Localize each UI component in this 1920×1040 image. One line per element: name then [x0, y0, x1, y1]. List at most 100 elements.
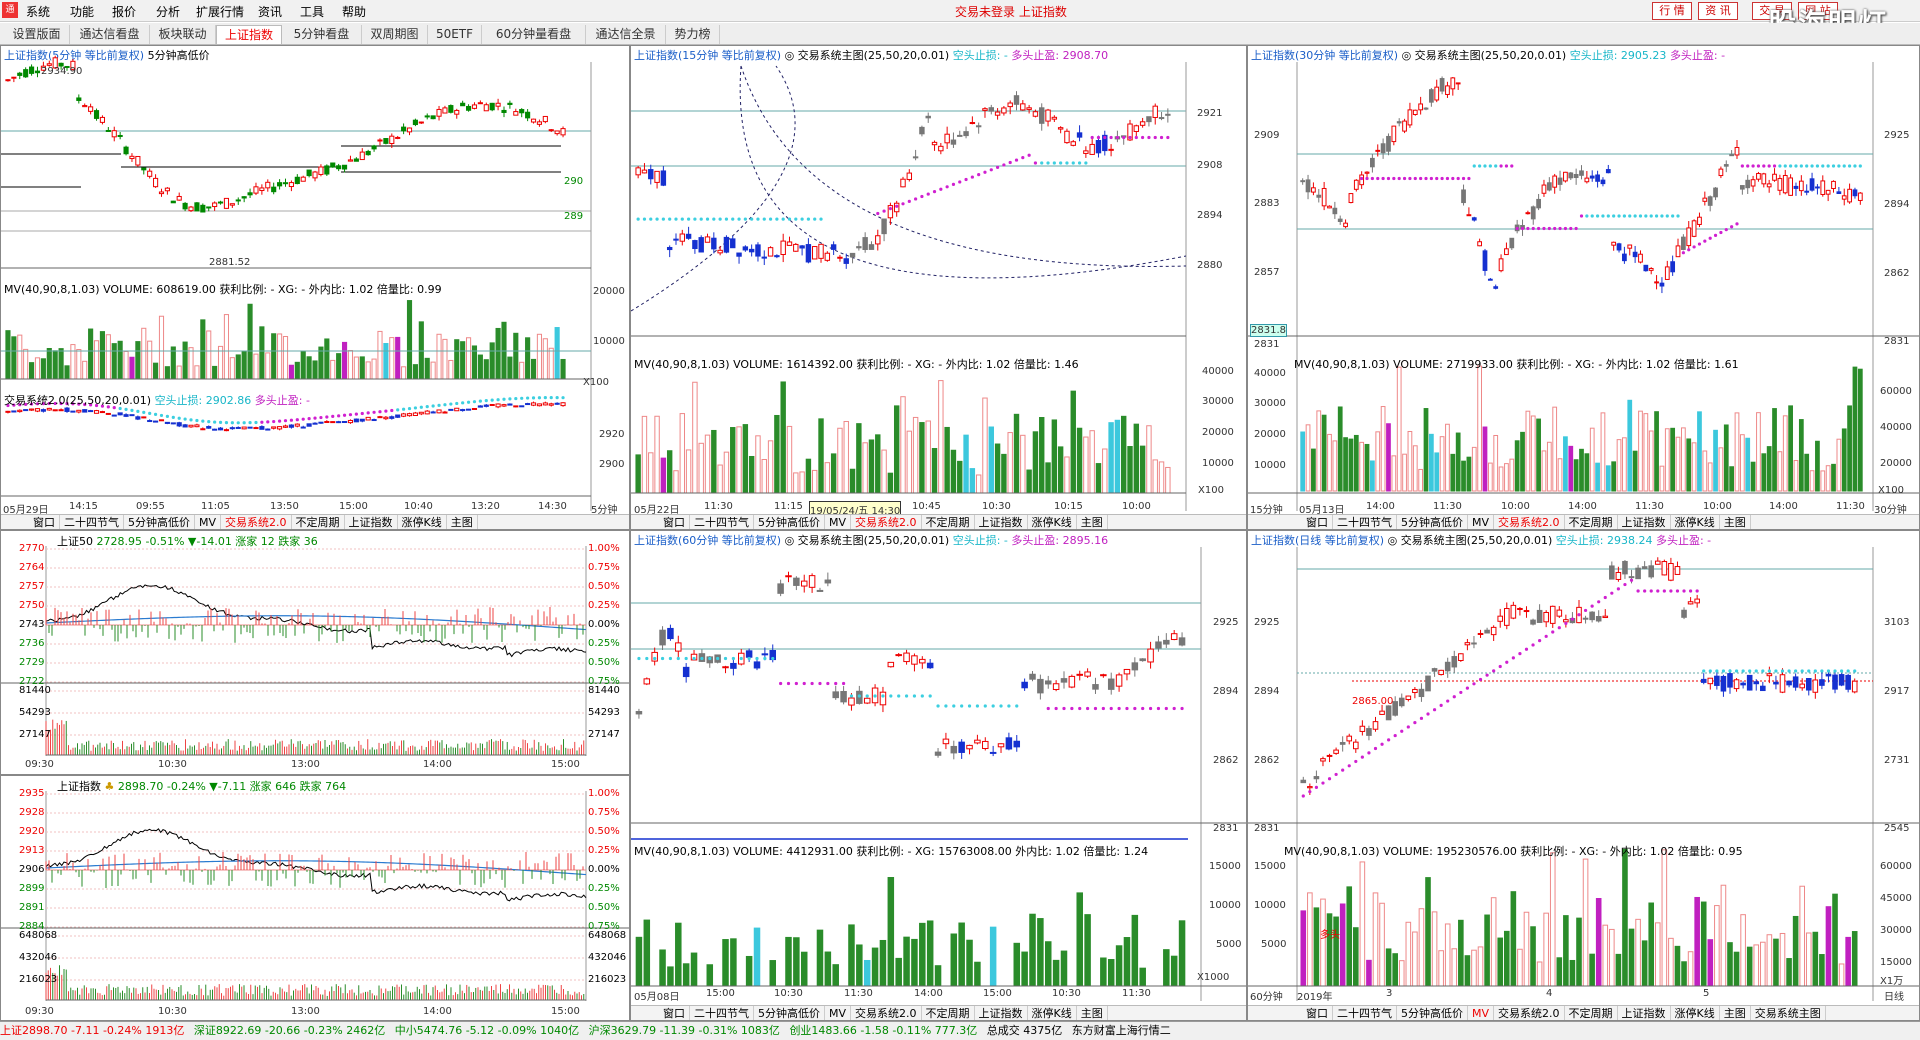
- tab-tdx-panorama[interactable]: 通达信全景: [586, 25, 666, 44]
- market-button[interactable]: 行 情: [1652, 2, 1692, 20]
- volume-bar: [1402, 453, 1407, 492]
- btab-window[interactable]: 窗口: [659, 515, 690, 529]
- period-label-60min[interactable]: 60分钟: [1250, 988, 1283, 1003]
- btab-mv[interactable]: MV: [1468, 515, 1495, 529]
- period-label[interactable]: 日线: [1884, 988, 1904, 1003]
- stop-dot: [537, 396, 542, 400]
- panel-15min-chart[interactable]: 上证指数(15分钟 等比前复权) ◎ 交易系统主图(25,50,20,0.01)…: [630, 45, 1247, 530]
- btab-uncertain-period[interactable]: 不定周期: [922, 1006, 975, 1020]
- btab-mv[interactable]: MV: [195, 515, 222, 529]
- tab-sector-link[interactable]: 板块联动: [150, 25, 216, 44]
- btab-main-chart[interactable]: 主图: [1720, 1006, 1751, 1020]
- price-axis-tick: 2545: [1884, 823, 1910, 834]
- status-chinext[interactable]: 创业1483.66 -1.58 -0.11% 777.3亿: [789, 1024, 977, 1037]
- tab-5min-view[interactable]: 5分钟看盘: [282, 25, 362, 44]
- menu-item-news[interactable]: 资讯: [258, 3, 282, 20]
- btab-mv[interactable]: MV: [825, 515, 852, 529]
- btab-ts2[interactable]: 交易系统2.0: [851, 515, 922, 529]
- menu-item-ext-market[interactable]: 扩展行情: [196, 3, 244, 20]
- percent-axis-tick: 0.75%: [588, 562, 620, 573]
- btab-solar-terms[interactable]: 二十四节气: [1333, 1006, 1397, 1020]
- menu-item-tools[interactable]: 工具: [300, 3, 324, 20]
- btab-limit-up-k[interactable]: 涨停K线: [1671, 1006, 1720, 1020]
- btab-main-chart[interactable]: 主图: [1077, 1006, 1108, 1020]
- stop-dot: [653, 656, 657, 661]
- panel-sh-intraday[interactable]: 上证指数 ♣ 2898.70 -0.24% ▼-7.11 涨家 646 跌家 7…: [0, 775, 630, 1021]
- btab-5min-hilo[interactable]: 5分钟高低价: [1397, 1006, 1468, 1020]
- menu-item-system[interactable]: 系统: [26, 3, 50, 20]
- btab-5min-hilo[interactable]: 5分钟高低价: [754, 1006, 825, 1020]
- panel-daily-chart[interactable]: 上证指数(日线 等比前复权) ◎ 交易系统主图(25,50,20,0.01) 空…: [1247, 530, 1920, 1021]
- volume-bar: [1146, 425, 1152, 494]
- btab-limit-up-k[interactable]: 涨停K线: [398, 515, 447, 529]
- menu-item-function[interactable]: 功能: [70, 3, 94, 20]
- candle-body: [1563, 619, 1569, 623]
- panel-sh50-intraday[interactable]: 上证50 2728.95 -0.51% ▼-14.01 涨家 12 跌家 36 …: [0, 530, 630, 775]
- btab-ts-main[interactable]: 交易系统主图: [1751, 1006, 1826, 1020]
- btab-main-chart[interactable]: 主图: [1077, 515, 1108, 529]
- btab-uncertain-period[interactable]: 不定周期: [922, 515, 975, 529]
- tab-50etf[interactable]: 50ETF: [428, 25, 482, 44]
- btab-window[interactable]: 窗口: [1302, 1006, 1333, 1020]
- btab-main-chart[interactable]: 主图: [447, 515, 478, 529]
- btab-5min-hilo[interactable]: 5分钟高低价: [124, 515, 195, 529]
- tab-tdx-view[interactable]: 通达信看盘: [70, 25, 150, 44]
- panel-60min-chart[interactable]: 上证指数(60分钟 等比前复权) ◎ 交易系统主图(25,50,20,0.01)…: [630, 530, 1247, 1021]
- btab-solar-terms[interactable]: 二十四节气: [60, 515, 124, 529]
- btab-window[interactable]: 窗口: [1302, 515, 1333, 529]
- btab-shindex[interactable]: 上证指数: [1618, 515, 1671, 529]
- status-smb[interactable]: 中小5474.76 -5.12 -0.09% 1040亿: [395, 1024, 579, 1037]
- btab-solar-terms[interactable]: 二十四节气: [690, 515, 754, 529]
- vol-axis-tick: 15000: [1254, 861, 1286, 872]
- btab-ts2[interactable]: 交易系统2.0: [1494, 1006, 1565, 1020]
- btab-limit-up-k[interactable]: 涨停K线: [1671, 515, 1720, 529]
- price-axis-tick: 2831: [1254, 823, 1280, 834]
- btab-limit-up-k[interactable]: 涨停K线: [1028, 515, 1077, 529]
- tab-power-list[interactable]: 势力榜: [666, 25, 720, 44]
- tab-60min-volume[interactable]: 60分钟量看盘: [482, 25, 586, 44]
- news-button[interactable]: 资 讯: [1698, 2, 1738, 20]
- btab-shindex[interactable]: 上证指数: [1618, 1006, 1671, 1020]
- btab-uncertain-period[interactable]: 不定周期: [1565, 1006, 1618, 1020]
- btab-solar-terms[interactable]: 二十四节气: [690, 1006, 754, 1020]
- btab-ts2[interactable]: 交易系统2.0: [1494, 515, 1565, 529]
- menu-item-quote[interactable]: 报价: [112, 3, 136, 20]
- btab-window[interactable]: 窗口: [659, 1006, 690, 1020]
- intraday-chart-sh[interactable]: [1, 776, 630, 1021]
- btab-limit-up-k[interactable]: 涨停K线: [1028, 1006, 1077, 1020]
- btab-5min-hilo[interactable]: 5分钟高低价: [1397, 515, 1468, 529]
- candlestick-chart-15min[interactable]: [631, 46, 1247, 530]
- btab-ts2[interactable]: 交易系统2.0: [851, 1006, 922, 1020]
- btab-shindex[interactable]: 上证指数: [975, 515, 1028, 529]
- volume-bar: [401, 366, 407, 380]
- status-hs300[interactable]: 沪深3629.79 -11.39 -0.31% 1083亿: [589, 1024, 780, 1037]
- candle-body: [105, 412, 111, 415]
- btab-mv[interactable]: MV: [825, 1006, 852, 1020]
- menu-item-help[interactable]: 帮助: [342, 3, 366, 20]
- btab-uncertain-period[interactable]: 不定周期: [1565, 515, 1618, 529]
- stop-dot: [786, 681, 791, 686]
- btab-solar-terms[interactable]: 二十四节气: [1333, 515, 1397, 529]
- intraday-chart-sh50[interactable]: [1, 531, 630, 775]
- tab-shanghai-index[interactable]: 上证指数: [216, 25, 282, 44]
- panel-5min-chart[interactable]: 上证指数(5分钟 等比前复权) 5分钟高低价 2934.90 2881.52 2…: [0, 45, 630, 530]
- candlestick-chart-daily[interactable]: [1248, 531, 1920, 1021]
- tab-settings-layout[interactable]: 设置版面: [4, 25, 70, 44]
- candlestick-chart-60min[interactable]: [631, 531, 1247, 1021]
- btab-shindex[interactable]: 上证指数: [345, 515, 398, 529]
- tab-dual-period[interactable]: 双周期图: [362, 25, 428, 44]
- menu-item-analysis[interactable]: 分析: [156, 3, 180, 20]
- status-shenzhen[interactable]: 深证8922.69 -20.66 -0.23% 2462亿: [194, 1024, 385, 1037]
- btab-ts2[interactable]: 交易系统2.0: [221, 515, 292, 529]
- btab-5min-hilo[interactable]: 5分钟高低价: [754, 515, 825, 529]
- volume-bar: [1487, 462, 1493, 492]
- candle-body: [383, 138, 389, 144]
- btab-uncertain-period[interactable]: 不定周期: [292, 515, 345, 529]
- btab-shindex[interactable]: 上证指数: [975, 1006, 1028, 1020]
- candlestick-chart-30min[interactable]: [1248, 46, 1920, 530]
- panel-30min-chart[interactable]: 上证指数(30分钟 等比前复权) ◎ 交易系统主图(25,50,20,0.01)…: [1247, 45, 1920, 530]
- btab-main-chart[interactable]: 主图: [1720, 515, 1751, 529]
- status-shanghai[interactable]: 上证2898.70 -7.11 -0.24% 1913亿: [0, 1024, 184, 1037]
- btab-window[interactable]: 窗口: [29, 515, 60, 529]
- btab-mv[interactable]: MV: [1468, 1006, 1495, 1020]
